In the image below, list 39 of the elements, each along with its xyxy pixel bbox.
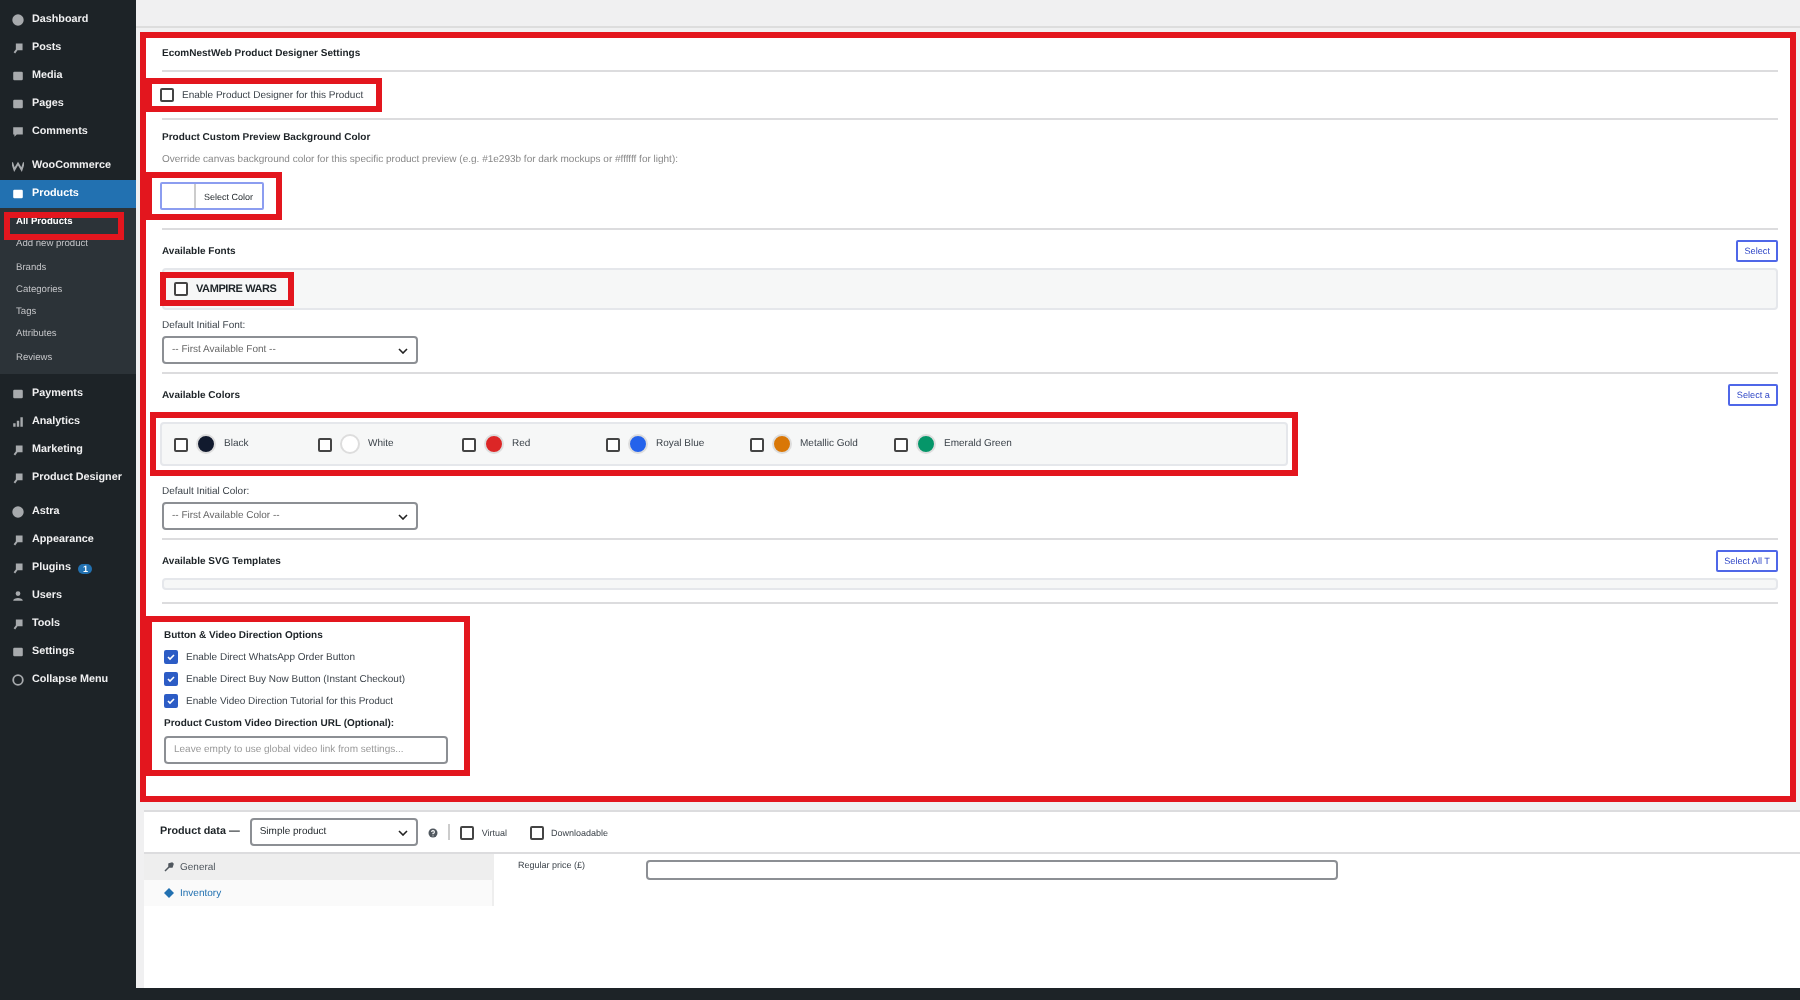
checkbox[interactable]	[174, 437, 188, 451]
person-icon	[12, 590, 24, 603]
checkbox[interactable]	[164, 672, 178, 686]
w-logo-icon	[12, 160, 24, 172]
price-input-field[interactable]	[645, 860, 1338, 880]
ring-icon	[12, 674, 24, 687]
square-icon	[12, 646, 24, 659]
bar-chart-icon	[12, 416, 24, 429]
pin-icon	[12, 472, 24, 485]
checkbox[interactable]	[529, 825, 544, 839]
checkbox[interactable]	[462, 437, 476, 451]
checkbox[interactable]	[606, 437, 620, 451]
checkbox[interactable]	[459, 825, 474, 839]
pin-icon	[12, 42, 24, 54]
pin-icon	[12, 444, 24, 457]
pin-icon	[12, 562, 24, 575]
chevron-down-icon	[397, 829, 408, 835]
square-icon	[12, 188, 24, 200]
checkbox[interactable]	[164, 650, 178, 664]
checkbox[interactable]	[894, 437, 908, 451]
speech-bubble-icon	[12, 126, 24, 138]
help-icon[interactable]	[427, 827, 438, 837]
square-icon	[12, 388, 24, 401]
checkbox[interactable]	[318, 437, 332, 451]
square-icon	[12, 98, 24, 110]
pin-icon	[12, 534, 24, 547]
diamond-icon	[164, 888, 174, 898]
chevron-down-icon	[398, 513, 408, 519]
pin-icon	[12, 618, 24, 631]
checkbox[interactable]	[750, 437, 764, 451]
chevron-down-icon	[398, 347, 408, 353]
checkbox[interactable]	[164, 694, 178, 708]
wrench-icon	[164, 862, 174, 872]
checkbox[interactable]	[160, 88, 174, 102]
circle-icon	[12, 506, 24, 519]
checkbox[interactable]	[174, 282, 188, 296]
highlight-frame	[4, 212, 124, 240]
circle-icon	[12, 14, 24, 26]
square-icon	[12, 70, 24, 82]
